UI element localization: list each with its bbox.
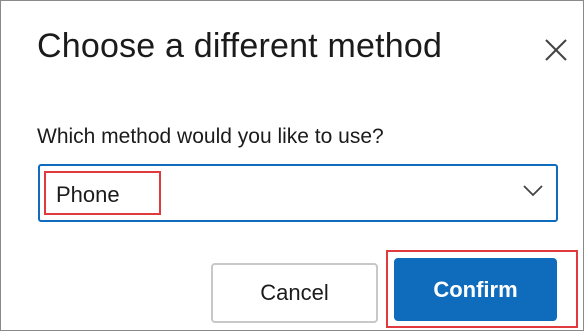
confirm-button[interactable]: Confirm [394, 258, 557, 321]
chevron-down-icon[interactable] [522, 184, 544, 198]
choose-method-dialog: Choose a different method Which method w… [0, 0, 584, 331]
selected-value-highlight: Phone [44, 171, 161, 215]
method-select[interactable]: Phone [38, 164, 558, 222]
dialog-title: Choose a different method [37, 27, 443, 65]
close-icon [541, 35, 571, 65]
method-label: Which method would you like to use? [37, 125, 384, 148]
close-button[interactable] [541, 35, 571, 65]
cancel-button[interactable]: Cancel [211, 263, 378, 323]
select-value: Phone [56, 182, 120, 207]
